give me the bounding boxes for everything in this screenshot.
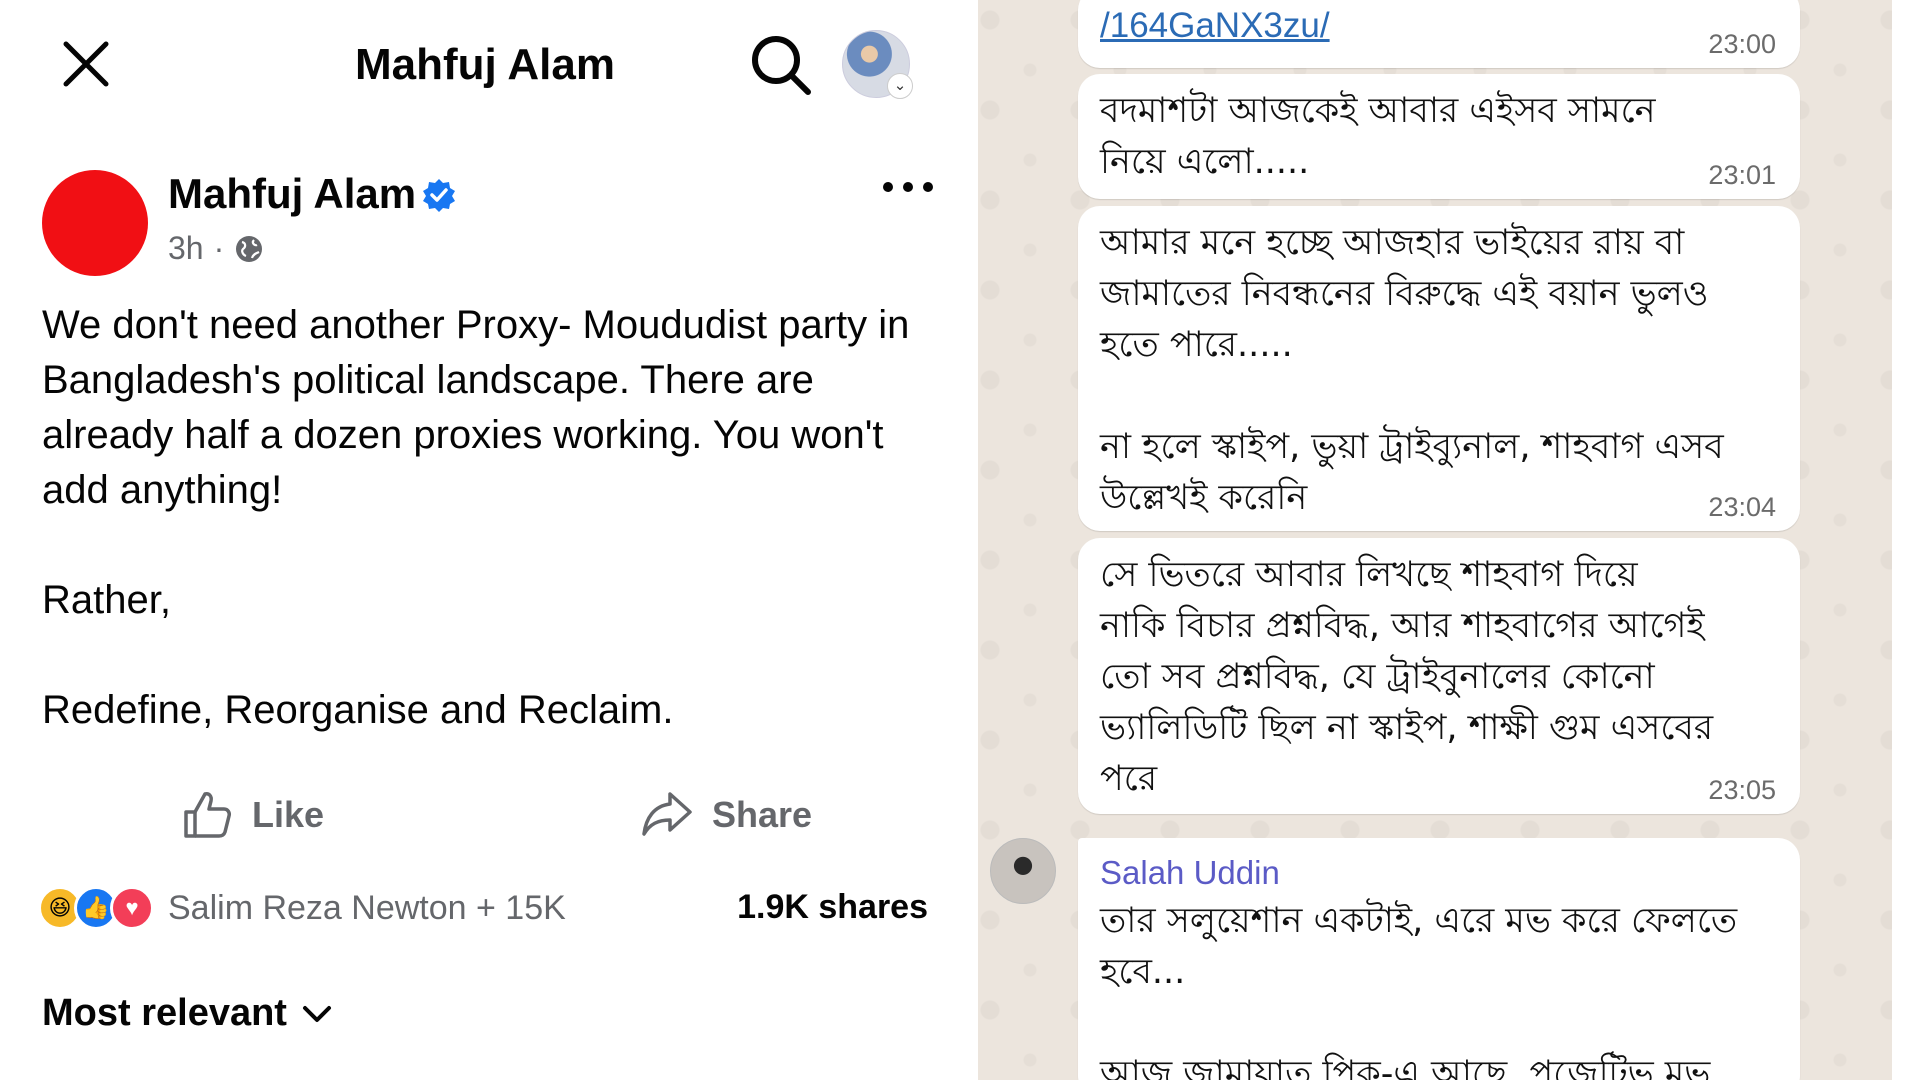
message-text: আমার মনে হচ্ছে আজহার ভাইয়ের রায় বা জাম… [1100, 223, 1724, 518]
facebook-post-panel: Mahfuj Alam ⌄ Mahfuj Alam 3h · We don't … [0, 0, 970, 1080]
share-arrow-icon [642, 792, 692, 836]
share-button[interactable]: Share [640, 780, 812, 850]
profile-avatar[interactable]: ⌄ [842, 30, 913, 99]
meta-separator: · [213, 230, 225, 266]
message-link[interactable]: /164GaNX3zu/ [1100, 0, 1778, 51]
message-bubble[interactable]: Salah Uddin তার সলুয়েশান একটাই, এরে মভ … [1078, 838, 1800, 1080]
message-bubble[interactable]: /164GaNX3zu/ 23:00 [1078, 0, 1800, 68]
post-body: We don't need another Proxy- Moududist p… [42, 298, 942, 738]
panel-divider [970, 0, 978, 1080]
more-options-icon[interactable] [880, 175, 936, 199]
sort-label: Most relevant [42, 992, 287, 1034]
message-text: সে ভিতরে আবার লিখছে শাহবাগ দিয়ে নাকি বি… [1100, 555, 1714, 799]
author-name[interactable]: Mahfuj Alam [168, 170, 416, 218]
message-text: তার সলুয়েশান একটাই, এরে মভ করে ফেলতে হব… [1100, 901, 1738, 1080]
top-bar: Mahfuj Alam ⌄ [0, 0, 970, 130]
chevron-down-icon: ⌄ [887, 73, 913, 99]
globe-icon [236, 235, 263, 262]
message-time: 23:04 [1708, 492, 1776, 522]
close-icon[interactable] [58, 36, 114, 92]
post-actions: Like Share [0, 780, 970, 850]
reactions-summary[interactable]: 😆 👍 ♥ Salim Reza Newton + 15K [38, 880, 566, 936]
message-time: 23:01 [1708, 160, 1776, 190]
post-paragraph: Rather, [42, 578, 171, 622]
post-meta: 3h · [168, 230, 264, 267]
search-icon[interactable] [746, 30, 816, 100]
sender-name[interactable]: Salah Uddin [1100, 850, 1778, 896]
page-title: Mahfuj Alam [355, 40, 615, 89]
verified-badge-icon [423, 179, 455, 212]
post-paragraph: Redefine, Reorganise and Reclaim. [42, 688, 674, 732]
like-label: Like [252, 794, 325, 835]
message-time: 23:05 [1708, 775, 1776, 805]
message-bubble[interactable]: বদমাশটা আজকেই আবার এইসব সামনে নিয়ে এলো.… [1078, 74, 1800, 199]
thumbs-up-icon [184, 792, 231, 838]
message-text: বদমাশটা আজকেই আবার এইসব সামনে নিয়ে এলো.… [1100, 91, 1656, 182]
whatsapp-chat-panel: /164GaNX3zu/ 23:00 বদমাশটা আজকেই আবার এই… [970, 0, 1920, 1080]
reactors-names: Salim Reza Newton + 15K [168, 888, 566, 927]
message-bubble[interactable]: সে ভিতরে আবার লিখছে শাহবাগ দিয়ে নাকি বি… [1078, 538, 1800, 814]
like-button[interactable]: Like [180, 780, 324, 850]
comments-sort-dropdown[interactable]: Most relevant [42, 992, 335, 1035]
shares-count[interactable]: 1.9K shares [737, 888, 928, 927]
message-bubble[interactable]: আমার মনে হচ্ছে আজহার ভাইয়ের রায় বা জাম… [1078, 206, 1800, 531]
love-reaction-icon: ♥ [110, 886, 154, 930]
share-label: Share [712, 794, 813, 835]
post-paragraph: We don't need another Proxy- Moududist p… [42, 303, 910, 512]
panel-edge [1892, 0, 1920, 1080]
chevron-down-icon [302, 1005, 331, 1022]
author-avatar[interactable] [42, 170, 148, 276]
post-time: 3h [168, 230, 204, 266]
sender-avatar[interactable] [990, 838, 1056, 904]
message-time: 23:00 [1708, 29, 1776, 59]
